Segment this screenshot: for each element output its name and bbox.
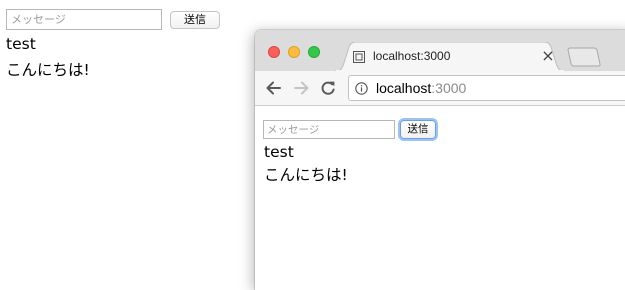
forward-arrow-icon[interactable]: [293, 80, 310, 96]
back-arrow-icon[interactable]: [265, 80, 282, 96]
browser-toolbar: localhost:3000: [255, 71, 625, 106]
url-host: localhost: [376, 80, 432, 96]
page-favicon-icon: [353, 51, 365, 63]
minimize-window-button[interactable]: [288, 46, 300, 58]
tab-strip: localhost:3000 ×: [255, 30, 625, 71]
message-item: こんにちは!: [264, 166, 348, 184]
tab-localhost[interactable]: localhost:3000 ×: [335, 42, 565, 71]
tab-title: localhost:3000: [373, 49, 451, 63]
message-item: test: [6, 35, 36, 53]
send-button[interactable]: 送信: [170, 11, 220, 29]
new-tab-icon[interactable]: [566, 47, 602, 67]
message-item: こんにちは!: [6, 61, 90, 79]
page-viewport: 送信 test こんにちは!: [255, 106, 625, 290]
reload-icon[interactable]: [320, 80, 337, 96]
zoom-window-button[interactable]: [308, 46, 320, 58]
address-bar[interactable]: localhost:3000: [348, 75, 625, 101]
url-port: :3000: [431, 80, 467, 96]
message-input[interactable]: [263, 120, 395, 139]
browser-window: localhost:3000 × localhost:3000 メッセージ 送信…: [255, 30, 625, 290]
close-window-button[interactable]: [268, 46, 280, 58]
send-button[interactable]: 送信: [400, 120, 436, 139]
message-item: test: [264, 143, 294, 161]
info-icon[interactable]: [355, 82, 368, 95]
message-input[interactable]: [6, 9, 162, 30]
close-icon[interactable]: ×: [541, 48, 555, 64]
url-text: localhost:3000: [376, 80, 466, 97]
